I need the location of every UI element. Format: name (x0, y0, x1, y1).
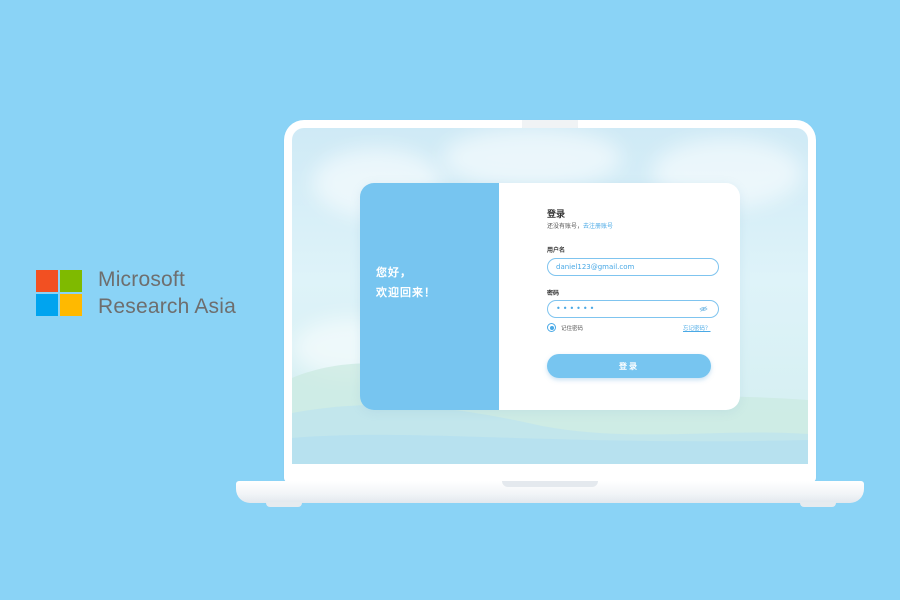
login-card: 您好， 欢迎回来！ 登录 还没有账号，去注册账号 用户名 daniel123@g… (360, 183, 740, 410)
laptop-base (236, 481, 864, 503)
password-label: 密码 (547, 290, 560, 297)
brand-name: Microsoft Research Asia (98, 266, 236, 320)
welcome-panel: 您好， 欢迎回来！ (360, 183, 499, 410)
login-form: 登录 还没有账号，去注册账号 用户名 daniel123@gmail.com 密… (499, 183, 740, 410)
register-prompt: 还没有账号，去注册账号 (547, 221, 613, 230)
remember-label: 记住密码 (561, 325, 584, 332)
eye-icon[interactable] (699, 301, 708, 324)
brand-line-1: Microsoft (98, 268, 185, 291)
login-button[interactable]: 登录 (547, 354, 711, 378)
forgot-password-link[interactable]: 忘记密码？ (683, 324, 711, 332)
brand-line-2: Research Asia (98, 295, 237, 318)
register-prompt-text: 还没有账号， (547, 223, 584, 230)
password-value: •••••• (556, 304, 597, 313)
greeting-line-1: 您好， (376, 266, 412, 279)
microsoft-logo-icon (36, 270, 82, 316)
password-input[interactable]: •••••• (547, 300, 719, 318)
brand: Microsoft Research Asia (36, 266, 236, 320)
laptop-base-groove (502, 481, 598, 487)
login-title: 登录 (547, 210, 566, 220)
laptop-foot-right (800, 502, 836, 507)
username-value: daniel123@gmail.com (556, 263, 635, 271)
remember-radio[interactable] (547, 323, 556, 332)
register-link[interactable]: 去注册账号 (583, 223, 613, 230)
welcome-message: 您好， 欢迎回来！ (376, 263, 436, 303)
username-label: 用户名 (547, 247, 566, 254)
remember-password[interactable]: 记住密码 (547, 323, 583, 332)
laptop-foot-left (266, 502, 302, 507)
username-input[interactable]: daniel123@gmail.com (547, 258, 719, 276)
greeting-line-2: 欢迎回来！ (376, 286, 436, 299)
